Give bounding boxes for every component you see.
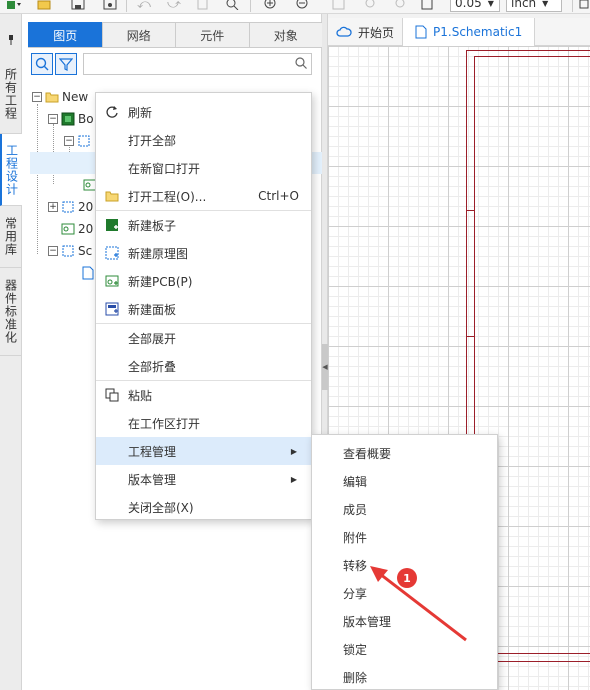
collapse-icon[interactable]: − bbox=[32, 92, 42, 102]
nav-component-standardization[interactable]: 器件标准化 bbox=[0, 268, 22, 356]
context-menu: 刷新 打开全部 在新窗口打开 打开工程(O)... Ctrl+O 新建板子 新建… bbox=[95, 92, 312, 520]
panel-tab-bar: 图页 网络 元件 对象 bbox=[28, 22, 323, 48]
nav-project-design[interactable]: 工程设计 bbox=[0, 134, 22, 206]
zoom-selection-icon[interactable] bbox=[362, 0, 380, 13]
menu-item-open-project[interactable]: 打开工程(O)... Ctrl+O bbox=[96, 182, 311, 210]
menu-item-new-schematic[interactable]: 新建原理图 bbox=[96, 239, 311, 267]
folder-icon bbox=[104, 188, 120, 204]
zoom-select[interactable]: 0.05 ▼ bbox=[450, 0, 500, 12]
search-input[interactable] bbox=[83, 53, 312, 75]
submenu-item-edit[interactable]: 编辑 bbox=[312, 467, 497, 495]
new-board-icon bbox=[104, 217, 120, 233]
menu-item-new-panel[interactable]: 新建面板 bbox=[96, 295, 311, 323]
zoom-previous-icon[interactable] bbox=[392, 0, 410, 13]
more-tools-icon[interactable] bbox=[578, 0, 590, 13]
filter-button[interactable] bbox=[55, 53, 77, 75]
left-vertical-nav: 所有工程 工程设计 常用库 器件标准化 bbox=[0, 14, 22, 690]
menu-item-new-pcb[interactable]: 新建PCB(P) bbox=[96, 267, 311, 295]
tab-schematic[interactable]: P1.Schematic1 bbox=[403, 18, 536, 46]
annotation-badge: 1 bbox=[397, 568, 417, 588]
search-icon bbox=[295, 57, 307, 69]
chevron-down-icon: ▼ bbox=[487, 0, 494, 8]
zoom-select-value: 0.05 bbox=[455, 0, 482, 10]
tree-node-label: Bo bbox=[78, 112, 94, 126]
tab-pages[interactable]: 图页 bbox=[28, 22, 103, 47]
search-icon bbox=[35, 57, 49, 71]
menu-item-version-management[interactable]: 版本管理 ▶ bbox=[96, 465, 311, 493]
tab-label: P1.Schematic1 bbox=[433, 25, 523, 39]
menu-item-open-new-window[interactable]: 在新窗口打开 bbox=[96, 154, 311, 182]
schematic-icon bbox=[61, 200, 75, 214]
document-icon bbox=[81, 266, 95, 280]
annotation-arrow bbox=[370, 566, 467, 642]
tree-node-label: 20 bbox=[78, 200, 94, 214]
document-icon bbox=[415, 25, 427, 39]
nav-common-library[interactable]: 常用库 bbox=[0, 206, 22, 268]
menu-item-open-all[interactable]: 打开全部 bbox=[96, 126, 311, 154]
unit-select[interactable]: inch ▼ bbox=[506, 0, 562, 12]
grid-toggle-icon[interactable] bbox=[420, 0, 434, 13]
zoom-in-icon[interactable] bbox=[262, 0, 280, 13]
panel-search-row bbox=[31, 52, 313, 76]
tab-components[interactable]: 元件 bbox=[175, 22, 250, 47]
menu-item-expand-all[interactable]: 全部展开 bbox=[96, 324, 311, 352]
frame-zone-tick bbox=[466, 210, 474, 211]
pin-icon[interactable] bbox=[0, 24, 22, 56]
zoom-fit-icon[interactable] bbox=[330, 0, 348, 13]
tab-label: 开始页 bbox=[358, 25, 395, 40]
filter-icon bbox=[59, 58, 73, 71]
save-as-icon[interactable] bbox=[102, 0, 118, 13]
zoom-area-icon[interactable] bbox=[224, 0, 240, 13]
main-toolbar: ⤺ ⤻ 0.05 ▼ inch ▼ bbox=[0, 0, 590, 14]
menu-item-paste[interactable]: 粘贴 bbox=[96, 381, 311, 409]
nav-all-projects[interactable]: 所有工程 bbox=[0, 54, 22, 134]
refresh-icon bbox=[104, 104, 120, 120]
paste-icon bbox=[104, 387, 120, 403]
submenu-arrow-icon: ▶ bbox=[290, 446, 297, 456]
tab-objects[interactable]: 对象 bbox=[248, 22, 323, 47]
redo-icon[interactable]: ⤻ bbox=[166, 0, 182, 13]
tab-nets[interactable]: 网络 bbox=[101, 22, 176, 47]
menu-item-refresh[interactable]: 刷新 bbox=[96, 98, 311, 126]
schematic-icon bbox=[61, 244, 75, 258]
search-mode-button[interactable] bbox=[31, 53, 53, 75]
pcb-icon bbox=[61, 222, 75, 236]
cloud-icon bbox=[336, 26, 352, 37]
collapse-icon[interactable]: − bbox=[48, 114, 58, 124]
menu-item-close-all[interactable]: 关闭全部(X) bbox=[96, 493, 311, 521]
zoom-out-icon[interactable] bbox=[294, 0, 312, 13]
submenu-item-delete[interactable]: 删除 bbox=[312, 663, 497, 690]
tab-start-page[interactable]: 开始页 bbox=[328, 18, 404, 46]
menu-item-open-in-workspace[interactable]: 在工作区打开 bbox=[96, 409, 311, 437]
chevron-down-icon: ▼ bbox=[542, 0, 549, 8]
unit-select-value: inch bbox=[511, 0, 537, 10]
frame-zone-tick bbox=[466, 336, 474, 337]
menu-item-new-board[interactable]: 新建板子 bbox=[96, 211, 311, 239]
collapse-icon[interactable]: − bbox=[48, 246, 58, 256]
menu-item-project-management[interactable]: 工程管理 ▶ bbox=[96, 437, 311, 465]
board-icon bbox=[61, 112, 75, 126]
save-icon[interactable] bbox=[70, 0, 86, 13]
tree-node-label: Sc bbox=[78, 244, 93, 258]
submenu-item-attachments[interactable]: 附件 bbox=[312, 523, 497, 551]
tree-node-label: 20 bbox=[78, 222, 94, 236]
submenu-item-members[interactable]: 成员 bbox=[312, 495, 497, 523]
document-tab-bar: 开始页 P1.Schematic1 bbox=[328, 18, 590, 46]
undo-icon[interactable]: ⤺ bbox=[136, 0, 152, 13]
expand-icon[interactable]: + bbox=[48, 202, 58, 212]
open-folder-icon[interactable] bbox=[36, 0, 52, 13]
submenu-arrow-icon: ▶ bbox=[290, 474, 297, 484]
new-panel-icon bbox=[104, 301, 120, 317]
menu-item-collapse-all[interactable]: 全部折叠 bbox=[96, 352, 311, 380]
shortcut-label: Ctrl+O bbox=[258, 189, 299, 203]
tree-node-label: New bbox=[62, 90, 89, 104]
new-schematic-icon bbox=[104, 245, 120, 261]
collapse-icon[interactable]: − bbox=[64, 136, 74, 146]
schematic-icon bbox=[77, 134, 91, 148]
submenu-item-overview[interactable]: 查看概要 bbox=[312, 439, 497, 467]
new-pcb-icon bbox=[104, 273, 120, 289]
new-dropdown-icon[interactable] bbox=[4, 0, 26, 13]
find-disabled-icon[interactable] bbox=[196, 0, 212, 13]
folder-icon bbox=[45, 90, 59, 104]
